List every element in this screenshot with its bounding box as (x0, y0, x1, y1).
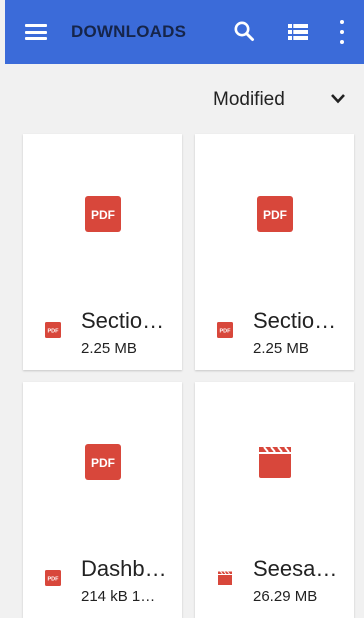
file-name: Sectio… (81, 308, 165, 333)
file-name: Dashb… (81, 556, 167, 581)
file-card[interactable]: PDF PDF Sectio… 2.25 MB (195, 134, 354, 370)
sort-bar[interactable]: Modified (5, 64, 364, 132)
video-file-icon (259, 446, 291, 478)
pdf-file-icon: PDF (45, 570, 61, 586)
more-vert-icon[interactable] (339, 20, 345, 44)
page-title: DOWNLOADS (71, 22, 187, 41)
pdf-badge-text: PDF (220, 329, 232, 335)
file-meta: 26.29 MB (253, 588, 318, 605)
pdf-file-icon: PDF (257, 196, 293, 232)
file-name: Sectio… (253, 308, 337, 333)
file-meta: 214 kB 1… (81, 588, 156, 605)
pdf-badge-text: PDF (48, 577, 60, 583)
video-file-icon (218, 571, 232, 585)
file-card[interactable]: PDF PDF Sectio… 2.25 MB (23, 134, 182, 370)
pdf-file-icon: PDF (85, 444, 121, 480)
file-grid: PDF PDF Sectio… 2.25 MB PDF PDF Sectio… … (5, 132, 364, 618)
chevron-down-icon[interactable] (330, 93, 346, 105)
list-view-icon[interactable] (287, 22, 309, 42)
app-bar: DOWNLOADS (5, 0, 364, 64)
menu-icon[interactable] (25, 21, 47, 43)
file-name: Seesa… (253, 556, 338, 581)
pdf-badge-text: PDF (91, 456, 115, 470)
app-frame: DOWNLOADS Modified PDF PDF Sectio… 2.25 … (0, 0, 364, 618)
file-meta: 2.25 MB (81, 340, 137, 357)
file-meta: 2.25 MB (253, 340, 309, 357)
file-card[interactable]: Seesa… 26.29 MB (195, 382, 354, 618)
pdf-badge-text: PDF (48, 329, 60, 335)
search-icon[interactable] (233, 20, 255, 42)
pdf-file-icon: PDF (217, 322, 233, 338)
pdf-badge-text: PDF (91, 208, 115, 222)
sort-label[interactable]: Modified (213, 89, 285, 111)
pdf-file-icon: PDF (85, 196, 121, 232)
pdf-file-icon: PDF (45, 322, 61, 338)
pdf-badge-text: PDF (263, 208, 287, 222)
file-card[interactable]: PDF PDF Dashb… 214 kB 1… (23, 382, 182, 618)
